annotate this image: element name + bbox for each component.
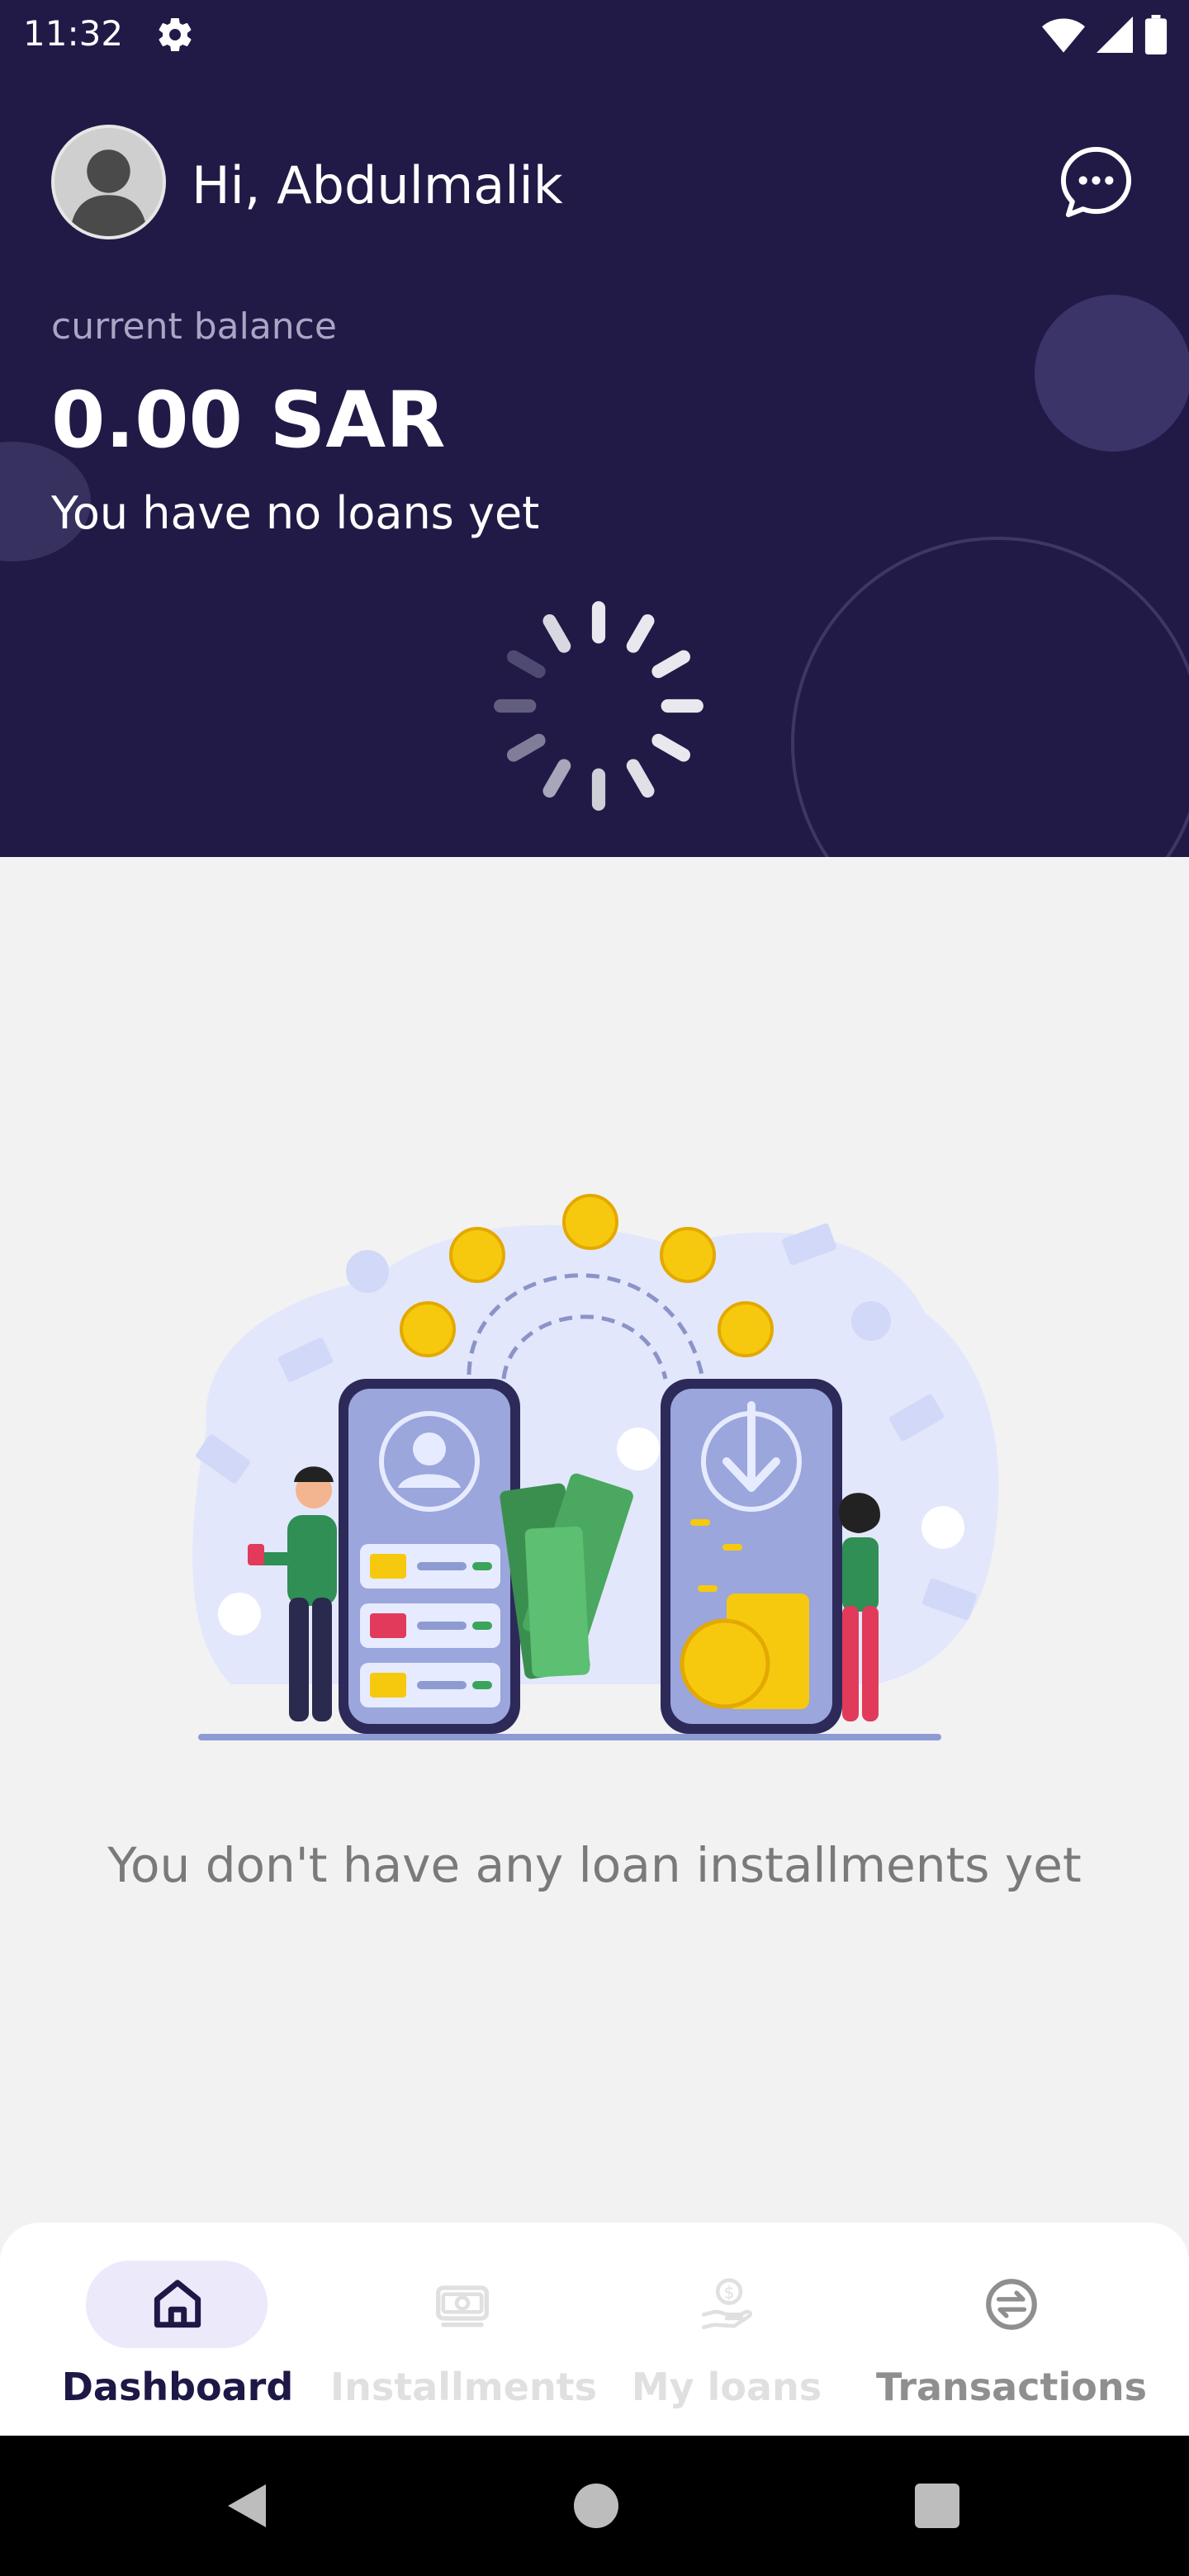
nav-item-dashboard[interactable]: Dashboard bbox=[0, 2223, 355, 2436]
status-icons bbox=[1042, 15, 1168, 54]
home-button[interactable] bbox=[574, 2484, 618, 2528]
balance-value: 0.00 SAR bbox=[51, 376, 446, 466]
balance-label: current balance bbox=[51, 305, 337, 348]
svg-text:$: $ bbox=[724, 2282, 735, 2302]
status-bar: 11:32 bbox=[0, 0, 1189, 69]
back-icon[interactable] bbox=[223, 2481, 272, 2531]
empty-state-message: You don't have any loan installments yet bbox=[107, 1837, 1082, 1893]
exchange-icon bbox=[986, 2279, 1037, 2330]
settings-gear-icon bbox=[159, 18, 192, 52]
recent-apps-button[interactable] bbox=[915, 2484, 959, 2528]
status-time: 11:32 bbox=[23, 13, 124, 54]
decorative-ring bbox=[791, 537, 1189, 857]
empty-loans-illustration bbox=[192, 1194, 999, 1740]
loading-spinner-icon bbox=[494, 601, 703, 811]
decorative-circle bbox=[1035, 295, 1189, 452]
greeting: Hi, Abdulmalik bbox=[192, 155, 563, 215]
wifi-icon bbox=[1042, 18, 1085, 53]
nav-label: My loans bbox=[631, 2365, 822, 2409]
cell-signal-icon bbox=[1097, 17, 1133, 53]
battery-icon bbox=[1144, 15, 1168, 54]
dashboard-header: 11:32 Hi, Abdulmalik current balance 0.0… bbox=[0, 0, 1189, 857]
nav-item-my-loans[interactable]: $ My loans bbox=[611, 2223, 842, 2436]
hand-coin-icon: $ bbox=[701, 2278, 753, 2330]
nav-item-installments[interactable]: Installments bbox=[330, 2223, 598, 2436]
user-silhouette-icon bbox=[69, 149, 148, 236]
bottom-navigation: Dashboard Installments $ My loans Transa… bbox=[0, 2223, 1189, 2436]
avatar[interactable] bbox=[51, 125, 166, 239]
nav-label: Dashboard bbox=[61, 2365, 294, 2409]
system-navigation-bar bbox=[0, 2436, 1189, 2576]
nav-label: Transactions bbox=[876, 2365, 1147, 2409]
chat-icon[interactable] bbox=[1057, 143, 1135, 221]
nav-item-transactions[interactable]: Transactions bbox=[875, 2223, 1148, 2436]
home-icon bbox=[154, 2280, 201, 2328]
loans-status: You have no loans yet bbox=[51, 487, 540, 539]
money-icon bbox=[436, 2285, 489, 2327]
nav-label: Installments bbox=[330, 2365, 598, 2409]
